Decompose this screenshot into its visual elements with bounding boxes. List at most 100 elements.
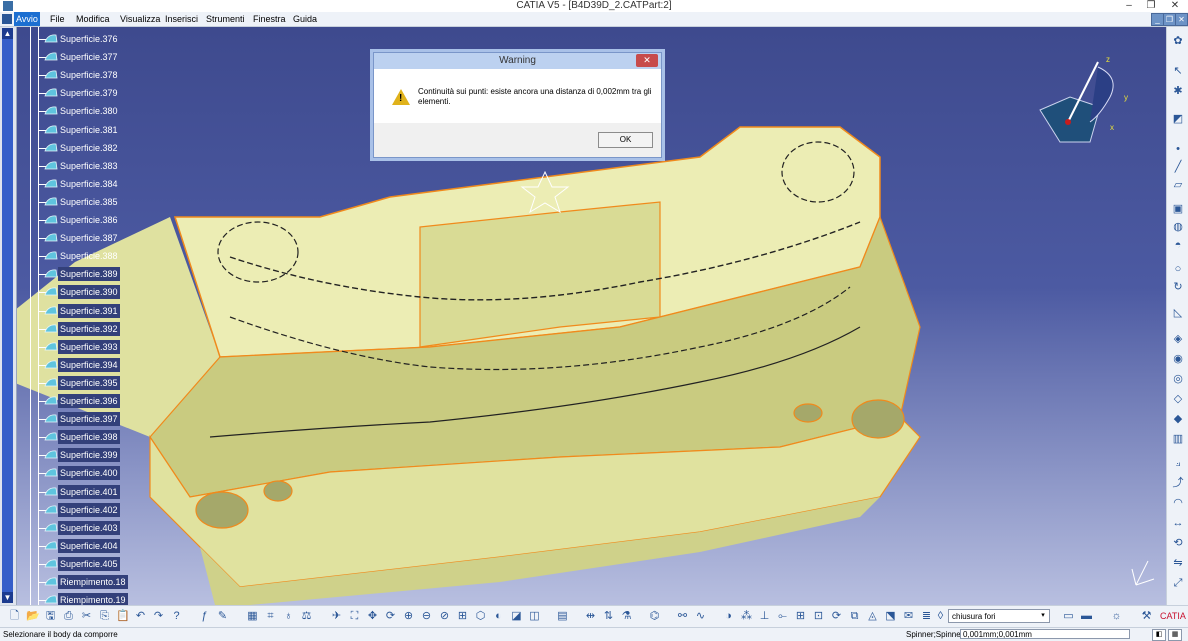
menu-inserisci[interactable]: Inserisci (163, 12, 200, 26)
chevron-down-icon[interactable]: ▾ (1038, 611, 1048, 621)
point-icon[interactable]: • (1172, 143, 1184, 155)
swap-visible-icon[interactable]: ◫ (528, 610, 541, 623)
normal-view-icon[interactable]: ⊘ (438, 610, 451, 623)
wireframe-icon[interactable]: ⬔ (884, 610, 897, 623)
porcupine-icon[interactable]: ⁂ (740, 610, 753, 623)
corner-icon[interactable]: ◺ (1172, 307, 1184, 319)
zoom-out-icon[interactable]: ⊖ (420, 610, 433, 623)
symmetry-icon[interactable]: ⇋ (1172, 557, 1184, 569)
fly-icon[interactable]: ✈ (330, 610, 343, 623)
open-file-icon[interactable]: 📂 (26, 610, 40, 623)
print-icon[interactable]: ⎙ (62, 610, 75, 623)
paste-icon[interactable]: 📋 (116, 610, 130, 623)
help-icon[interactable]: ? (170, 610, 183, 623)
note-icon[interactable]: ✉ (902, 610, 915, 623)
fit-all-icon[interactable]: ⛶ (348, 610, 361, 623)
iso-view-icon[interactable]: ⬡ (474, 610, 487, 623)
hide-show-icon[interactable]: ◪ (510, 610, 523, 623)
draft-icon[interactable]: ◑ (722, 610, 735, 623)
menu-strumenti[interactable]: Strumenti (204, 12, 247, 26)
rotate-icon[interactable]: ⟲ (1172, 537, 1184, 549)
graph-icon[interactable]: ⌗ (264, 610, 277, 623)
mass-icon[interactable]: ⚗ (620, 610, 633, 623)
menu-guida[interactable]: Guida (291, 12, 319, 26)
scroll-up-arrow-icon[interactable]: ▲ (2, 28, 13, 39)
rule-icon[interactable]: ⚖ (300, 610, 313, 623)
spinner-value-input[interactable]: 0,001mm;0,001mm (960, 629, 1130, 639)
fill-icon[interactable]: ◈ (1172, 333, 1184, 345)
status-tool-icon[interactable]: ◧ (1152, 629, 1166, 641)
heal-icon[interactable]: ◆ (1172, 413, 1184, 425)
curvature-icon[interactable]: ∿ (694, 610, 707, 623)
ok-button[interactable]: OK (598, 132, 653, 148)
copy-icon[interactable]: ⎘ (98, 610, 111, 623)
scroll-thumb[interactable] (2, 39, 13, 594)
axis-icon[interactable]: ⊥ (758, 610, 771, 623)
save-icon[interactable]: 🖫 (44, 610, 57, 623)
minimize-button[interactable]: – (1118, 0, 1140, 12)
plane-icon[interactable]: ◩ (1172, 113, 1184, 125)
fill-gap-icon[interactable]: ◊ (934, 610, 947, 623)
tools-icon[interactable]: ⚒ (1140, 610, 1153, 623)
mdi-close-button[interactable]: ✕ (1175, 13, 1188, 26)
new-file-icon[interactable]: 🗋 (8, 610, 21, 623)
trim-icon[interactable]: ⟓ (1172, 457, 1184, 469)
stack-icon[interactable]: ⧉ (848, 610, 861, 623)
fillet-icon[interactable]: ◠ (1172, 497, 1184, 509)
extrude-icon[interactable]: ▣ (1172, 203, 1184, 215)
grid-icon[interactable]: ⊞ (794, 610, 807, 623)
compass-widget[interactable] (1039, 61, 1114, 143)
analysis-icon[interactable]: ⌬ (648, 610, 661, 623)
split-icon[interactable]: ▥ (1172, 433, 1184, 445)
rotate-view-icon[interactable]: ⟳ (384, 610, 397, 623)
line-icon[interactable]: ╱ (1172, 161, 1184, 173)
multi-view-icon[interactable]: ⊞ (456, 610, 469, 623)
shading-icon[interactable]: ◐ (492, 610, 505, 623)
translate-icon[interactable]: ↔ (1172, 517, 1184, 529)
sphere-icon[interactable]: ◓ (1172, 239, 1184, 251)
menu-finestra[interactable]: Finestra (251, 12, 288, 26)
layer-icon[interactable]: ▬ (1080, 610, 1093, 623)
menu-avvio[interactable]: Avvio (14, 12, 40, 26)
plane-tool-icon[interactable]: ▱ (1172, 179, 1184, 191)
catalog-icon[interactable]: ▤ (556, 610, 569, 623)
extract-icon[interactable]: ⤴ (1172, 477, 1184, 489)
law-icon[interactable]: ≣ (920, 610, 933, 623)
light-icon[interactable]: ☼ (1110, 610, 1123, 623)
blend-icon[interactable]: ◉ (1172, 353, 1184, 365)
table-icon[interactable]: ▦ (246, 610, 259, 623)
menu-visualizza[interactable]: Visualizza (118, 12, 162, 26)
catia-logo-icon[interactable] (2, 14, 12, 24)
measure-icon[interactable]: ⇹ (584, 610, 597, 623)
zoom-in-icon[interactable]: ⊕ (402, 610, 415, 623)
undo-icon[interactable]: ↶ (134, 610, 147, 623)
connect-icon[interactable]: ⚯ (676, 610, 689, 623)
status-layout-icon[interactable]: ▦ (1168, 629, 1182, 641)
menu-file[interactable]: File (48, 12, 67, 26)
dialog-close-button[interactable]: ✕ (636, 54, 658, 67)
revolve-icon[interactable]: ◍ (1172, 221, 1184, 233)
restore-button[interactable]: ❐ (1140, 0, 1162, 12)
pan-icon[interactable]: ✥ (366, 610, 379, 623)
formula-icon[interactable]: ƒ (198, 610, 211, 623)
layout-icon[interactable]: ▭ (1062, 610, 1075, 623)
circle-icon[interactable]: ○ (1172, 263, 1184, 275)
knowledge-icon[interactable]: ♁ (282, 610, 295, 623)
join-icon[interactable]: ◇ (1172, 393, 1184, 405)
comment-icon[interactable]: ✎ (216, 610, 229, 623)
cut-icon[interactable]: ✂ (80, 610, 93, 623)
work-on-support-icon[interactable]: ⟜ (776, 610, 789, 623)
command-select[interactable]: chiusura fori ▾ (948, 609, 1050, 623)
offset-icon[interactable]: ◎ (1172, 373, 1184, 385)
surface-icon[interactable]: ◬ (866, 610, 879, 623)
scale-icon[interactable]: ⤢ (1172, 577, 1184, 589)
menu-modifica[interactable]: Modifica (74, 12, 112, 26)
select-arrow-icon[interactable]: ↖ (1172, 65, 1184, 77)
repeat-icon[interactable]: ⟳ (830, 610, 843, 623)
snap-icon[interactable]: ⊡ (812, 610, 825, 623)
toolbar-generative-icon[interactable]: ✿ (1172, 35, 1184, 47)
redo-icon[interactable]: ↷ (152, 610, 165, 623)
close-button[interactable]: ✕ (1164, 0, 1186, 12)
scroll-down-arrow-icon[interactable]: ▼ (2, 592, 13, 603)
sketch-icon[interactable]: ✱ (1172, 85, 1184, 97)
